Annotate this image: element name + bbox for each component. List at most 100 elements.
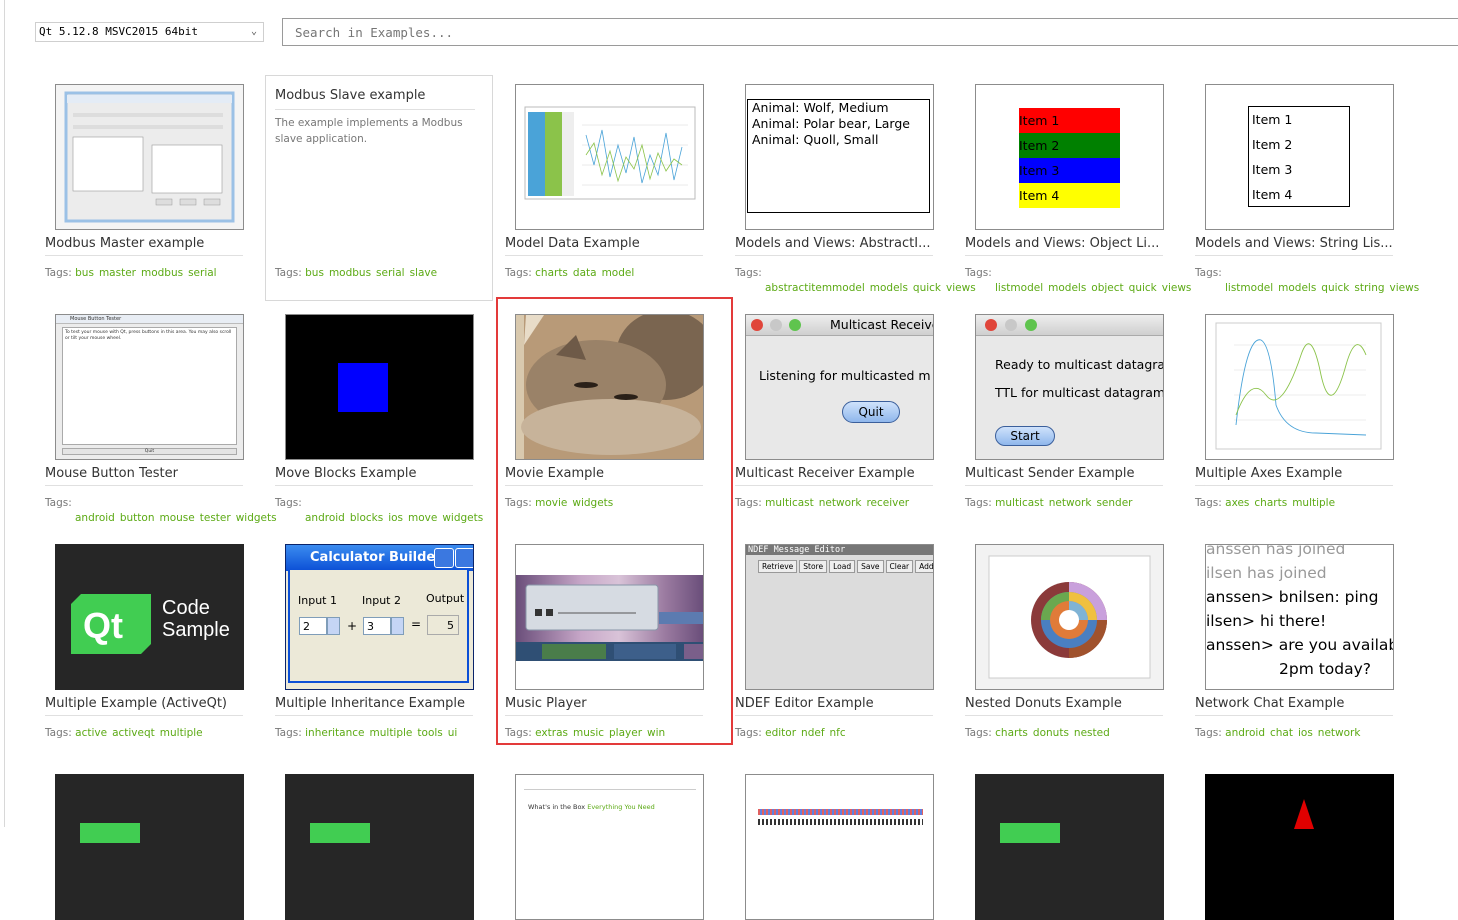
- tag[interactable]: views: [1162, 282, 1192, 294]
- example-title[interactable]: Multiple Axes Example: [1195, 466, 1393, 481]
- tag[interactable]: win: [647, 727, 665, 739]
- thumbnail-calculator-builder[interactable]: Calculator Builder Input 1 Input 2 Outpu…: [285, 544, 474, 690]
- tag[interactable]: player: [609, 727, 642, 739]
- tag[interactable]: abstractitemmodel: [765, 282, 865, 294]
- tag[interactable]: nested: [1074, 727, 1110, 739]
- thumbnail-model-data[interactable]: [515, 84, 704, 230]
- tag[interactable]: listmodel: [995, 282, 1043, 294]
- thumbnail-code-sample[interactable]: [55, 774, 244, 920]
- thumbnail-modbus-master[interactable]: [55, 84, 244, 230]
- tag[interactable]: bus: [75, 267, 94, 279]
- thumbnail-network-chat[interactable]: anssen has joined ilsen has joined ansse…: [1205, 544, 1394, 690]
- tag[interactable]: charts: [995, 727, 1028, 739]
- tag[interactable]: master: [99, 267, 136, 279]
- example-title[interactable]: Network Chat Example: [1195, 696, 1393, 711]
- tag[interactable]: model: [602, 267, 635, 279]
- tag[interactable]: charts: [535, 267, 568, 279]
- thumbnail-multicast-receiver[interactable]: Multicast Receive Listening for multicas…: [745, 314, 934, 460]
- tag[interactable]: ios: [388, 512, 403, 524]
- tag[interactable]: network: [1318, 727, 1361, 739]
- tag[interactable]: receiver: [866, 497, 909, 509]
- thumbnail-code-sample[interactable]: Qt Code Sample: [55, 544, 244, 690]
- tag[interactable]: axes: [1225, 497, 1249, 509]
- thumbnail-partial[interactable]: [1205, 774, 1394, 920]
- tag[interactable]: serial: [376, 267, 405, 279]
- thumbnail-multicast-sender[interactable]: Ready to multicast datagra TTL for multi…: [975, 314, 1164, 460]
- tag[interactable]: multiple: [1292, 497, 1335, 509]
- thumbnail-music-player[interactable]: [515, 544, 704, 690]
- tag[interactable]: listmodel: [1225, 282, 1273, 294]
- tag[interactable]: quick: [1129, 282, 1157, 294]
- example-title[interactable]: Model Data Example: [505, 236, 703, 251]
- thumbnail-nested-donuts[interactable]: [975, 544, 1164, 690]
- tag[interactable]: models: [1048, 282, 1086, 294]
- example-title[interactable]: NDEF Editor Example: [735, 696, 933, 711]
- tag[interactable]: move: [408, 512, 437, 524]
- example-title[interactable]: Move Blocks Example: [275, 466, 473, 481]
- example-title[interactable]: Multiple Example (ActiveQt): [45, 696, 243, 711]
- tag[interactable]: sender: [1096, 497, 1132, 509]
- example-title[interactable]: Models and Views: Object Li...: [965, 236, 1163, 251]
- tag[interactable]: multiple: [370, 727, 413, 739]
- example-title[interactable]: Mouse Button Tester: [45, 466, 243, 481]
- tag[interactable]: tools: [417, 727, 442, 739]
- tag[interactable]: bus: [305, 267, 324, 279]
- thumbnail-ndef-editor[interactable]: NDEF Message Editor Retrieve Store Load Sav…: [745, 544, 934, 690]
- tag[interactable]: tester: [200, 512, 231, 524]
- tag[interactable]: movie: [535, 497, 567, 509]
- tag[interactable]: ios: [1298, 727, 1313, 739]
- tag[interactable]: quick: [1321, 282, 1349, 294]
- tag[interactable]: string: [1354, 282, 1384, 294]
- tag[interactable]: network: [819, 497, 862, 509]
- tag[interactable]: mouse: [160, 512, 195, 524]
- tag[interactable]: widgets: [236, 512, 277, 524]
- tag[interactable]: serial: [188, 267, 217, 279]
- example-title[interactable]: Multicast Receiver Example: [735, 466, 933, 481]
- search-input[interactable]: [282, 18, 1458, 46]
- tag[interactable]: android: [1225, 727, 1265, 739]
- tag[interactable]: multicast: [765, 497, 814, 509]
- tag[interactable]: ui: [448, 727, 458, 739]
- example-title[interactable]: Models and Views: AbstractI...: [735, 236, 933, 251]
- example-title[interactable]: Modbus Master example: [45, 236, 243, 251]
- tag[interactable]: android: [75, 512, 115, 524]
- example-title[interactable]: Models and Views: String Lis...: [1195, 236, 1393, 251]
- tag[interactable]: inheritance: [305, 727, 364, 739]
- thumbnail-move-blocks[interactable]: [285, 314, 474, 460]
- tag[interactable]: charts: [1254, 497, 1287, 509]
- example-title[interactable]: Multiple Inheritance Example: [275, 696, 473, 711]
- thumbnail-code-sample[interactable]: [285, 774, 474, 920]
- kit-selector[interactable]: Qt 5.12.8 MSVC2015 64bit ⌄: [35, 22, 264, 42]
- thumbnail-object-list[interactable]: Item 1 Item 2 Item 3 Item 4: [975, 84, 1164, 230]
- tag[interactable]: widgets: [572, 497, 613, 509]
- tag[interactable]: ndef: [801, 727, 824, 739]
- thumbnail-partial[interactable]: [745, 774, 934, 920]
- tag[interactable]: models: [870, 282, 908, 294]
- example-title[interactable]: Nested Donuts Example: [965, 696, 1163, 711]
- tag[interactable]: blocks: [350, 512, 383, 524]
- tag[interactable]: multiple: [160, 727, 203, 739]
- example-title[interactable]: Multicast Sender Example: [965, 466, 1163, 481]
- thumbnail-movie[interactable]: [515, 314, 704, 460]
- thumbnail-code-sample[interactable]: [975, 774, 1164, 920]
- tag[interactable]: network: [1049, 497, 1092, 509]
- tag[interactable]: object: [1091, 282, 1123, 294]
- thumbnail-string-list[interactable]: Item 1 Item 2 Item 3 Item 4: [1205, 84, 1394, 230]
- example-title[interactable]: Modbus Slave example: [275, 88, 425, 103]
- tag[interactable]: views: [1390, 282, 1420, 294]
- tag[interactable]: donuts: [1033, 727, 1069, 739]
- tag[interactable]: chat: [1270, 727, 1293, 739]
- tag[interactable]: extras: [535, 727, 568, 739]
- tag[interactable]: button: [120, 512, 155, 524]
- thumbnail-mouse-button-tester[interactable]: Mouse Button Tester To test your mouse w…: [55, 314, 244, 460]
- tag[interactable]: nfc: [830, 727, 846, 739]
- tag[interactable]: editor: [765, 727, 796, 739]
- tag[interactable]: active: [75, 727, 107, 739]
- example-title[interactable]: Music Player: [505, 696, 703, 711]
- example-card-modbus-slave[interactable]: Modbus Slave example The example impleme…: [265, 75, 493, 301]
- thumbnail-multiple-axes[interactable]: [1205, 314, 1394, 460]
- tag[interactable]: data: [573, 267, 597, 279]
- thumbnail-abstract-item-model[interactable]: Animal: Wolf, Medium Animal: Polar bear,…: [745, 84, 934, 230]
- example-title[interactable]: Movie Example: [505, 466, 703, 481]
- thumbnail-web-page[interactable]: What's in the Box Everything You Need: [515, 774, 704, 920]
